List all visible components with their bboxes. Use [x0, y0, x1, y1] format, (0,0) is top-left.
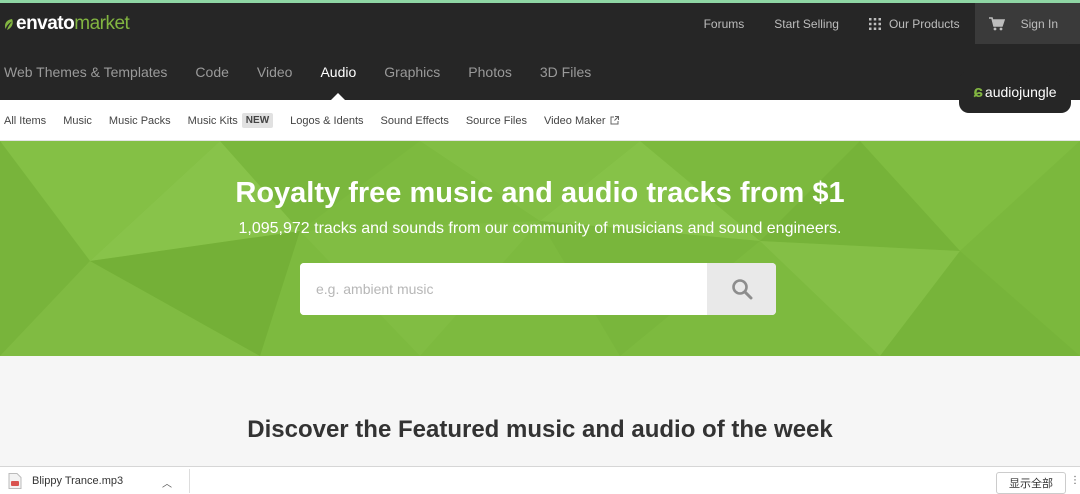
- sub-nav: All Items Music Music Packs Music Kits N…: [0, 100, 1080, 141]
- sign-in-button[interactable]: Sign In: [974, 3, 1080, 44]
- hero-background-pattern: [0, 141, 1080, 356]
- subnav-video-maker[interactable]: Video Maker: [544, 115, 619, 127]
- audiojungle-badge[interactable]: ɕ audiojungle: [959, 71, 1071, 113]
- logo-brand-text: envato: [16, 13, 75, 34]
- external-link-icon: [610, 116, 619, 125]
- subnav-music-kits[interactable]: Music Kits NEW: [187, 113, 274, 128]
- hero-title: Royalty free music and audio tracks from…: [235, 177, 845, 209]
- subnav-music[interactable]: Music: [63, 115, 92, 127]
- download-file-name: Blippy Trance.mp3: [32, 475, 124, 487]
- download-bar: Blippy Trance.mp3 ︿ 显示全部 ⋮: [0, 466, 1080, 494]
- audio-file-icon: [8, 473, 22, 489]
- download-separator: [189, 469, 190, 493]
- search-button[interactable]: [707, 263, 776, 315]
- subnav-music-packs[interactable]: Music Packs: [109, 115, 171, 127]
- category-photos[interactable]: Photos: [468, 44, 512, 100]
- grid-icon: [868, 17, 881, 30]
- new-badge: NEW: [241, 113, 274, 128]
- search-box: [300, 263, 776, 315]
- forums-link[interactable]: Forums: [689, 3, 760, 44]
- forums-label: Forums: [703, 16, 745, 31]
- sign-in-label: Sign In: [1020, 16, 1058, 31]
- category-video[interactable]: Video: [257, 44, 293, 100]
- subnav-logos-idents[interactable]: Logos & Idents: [290, 115, 363, 127]
- our-products-button[interactable]: Our Products: [854, 3, 975, 44]
- category-audio[interactable]: Audio: [320, 44, 356, 100]
- video-maker-label: Video Maker: [543, 114, 606, 127]
- subnav-source-files[interactable]: Source Files: [466, 115, 527, 127]
- featured-heading: Discover the Featured music and audio of…: [247, 416, 833, 443]
- show-all-button[interactable]: 显示全部: [996, 472, 1066, 494]
- search-input[interactable]: [300, 263, 707, 315]
- audiojungle-icon: ɕ: [973, 82, 983, 101]
- search-icon: [731, 279, 752, 300]
- top-bar: envato market Forums Start Selling Our Pr…: [0, 3, 1080, 44]
- music-kits-label: Music Kits: [187, 114, 238, 127]
- audiojungle-label: audiojungle: [984, 84, 1057, 100]
- category-3d-files[interactable]: 3D Files: [540, 44, 591, 100]
- more-icon[interactable]: ⋮: [1070, 475, 1080, 486]
- chevron-up-icon[interactable]: ︿: [162, 475, 172, 490]
- hero-banner: Royalty free music and audio tracks from…: [0, 141, 1080, 356]
- category-code[interactable]: Code: [195, 44, 228, 100]
- our-products-label: Our Products: [888, 16, 960, 31]
- hero-subtitle: 1,095,972 tracks and sounds from our com…: [238, 220, 842, 237]
- cart-icon: [988, 16, 1005, 30]
- logo-market-text: market: [74, 13, 130, 34]
- leaf-icon: [5, 18, 13, 30]
- start-selling-label: Start Selling: [774, 16, 839, 31]
- start-selling-link[interactable]: Start Selling: [759, 3, 854, 44]
- category-graphics[interactable]: Graphics: [384, 44, 440, 100]
- category-web-themes[interactable]: Web Themes & Templates: [4, 44, 167, 100]
- subnav-all-items[interactable]: All Items: [4, 115, 46, 127]
- subnav-sound-effects[interactable]: Sound Effects: [381, 115, 449, 127]
- download-item[interactable]: Blippy Trance.mp3: [8, 467, 123, 494]
- category-nav: Web Themes & Templates Code Video Audio …: [0, 44, 1080, 100]
- envato-market-logo[interactable]: envato market: [4, 13, 130, 35]
